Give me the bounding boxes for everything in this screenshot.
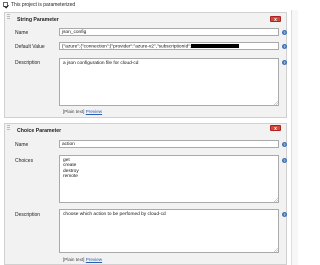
resize-handle-icon[interactable] — [273, 197, 278, 202]
default-value-text: {"azure":{"connection":{"provider":"azur… — [62, 44, 192, 50]
default-value-label: Default Value — [15, 44, 45, 50]
scrollbar[interactable] — [291, 10, 298, 265]
help-icon[interactable]: ? — [282, 30, 287, 35]
resize-handle-icon[interactable] — [273, 100, 278, 105]
delete-parameter-button[interactable]: x — [270, 16, 281, 23]
format-note: [Plain text] Preview — [63, 109, 102, 114]
description-textarea[interactable]: choose which action to be perfomed by cl… — [59, 209, 279, 253]
delete-parameter-button[interactable]: x — [270, 125, 281, 132]
parameterized-row: This project is parameterized — [0, 0, 300, 9]
choice-parameter-title: Choice Parameter — [17, 128, 62, 134]
description-label: Description — [15, 212, 41, 218]
name-label: Name — [15, 30, 29, 36]
resize-handle-icon[interactable] — [273, 247, 278, 252]
string-parameter-title: String Parameter — [17, 17, 59, 23]
name-label: Name — [15, 142, 29, 148]
help-icon[interactable]: ? — [282, 142, 287, 147]
checkbox-checked-icon[interactable] — [3, 2, 8, 7]
choice-parameter-panel: Choice Parameter x Name action ? Choices… — [4, 123, 287, 265]
choices-label: Choices — [15, 158, 34, 164]
plain-text-label: [Plain text] — [63, 109, 85, 114]
name-field[interactable]: action — [59, 140, 279, 148]
description-label: Description — [15, 60, 41, 66]
help-icon[interactable]: ? — [282, 60, 287, 65]
description-textarea[interactable]: a json configuration file for cloud-cd — [59, 58, 279, 106]
choices-textarea[interactable]: get create destroy remote — [59, 155, 279, 203]
redacted-block — [191, 44, 240, 48]
name-field[interactable]: json_config — [59, 28, 279, 36]
help-icon[interactable]: ? — [282, 158, 287, 163]
help-icon[interactable]: ? — [282, 44, 287, 49]
preview-link[interactable]: Preview — [86, 257, 102, 262]
plain-text-label: [Plain text] — [63, 257, 85, 262]
default-value-field[interactable]: {"azure":{"connection":{"provider":"azur… — [59, 42, 279, 50]
parameterized-label: This project is parameterized — [11, 2, 76, 8]
drag-handle-icon[interactable] — [7, 14, 10, 20]
string-parameter-panel: String Parameter x Name json_config ? De… — [4, 12, 287, 118]
format-note: [Plain text] Preview — [63, 257, 102, 262]
preview-link[interactable]: Preview — [86, 109, 102, 114]
help-icon[interactable]: ? — [282, 212, 287, 217]
drag-handle-icon[interactable] — [7, 125, 10, 131]
